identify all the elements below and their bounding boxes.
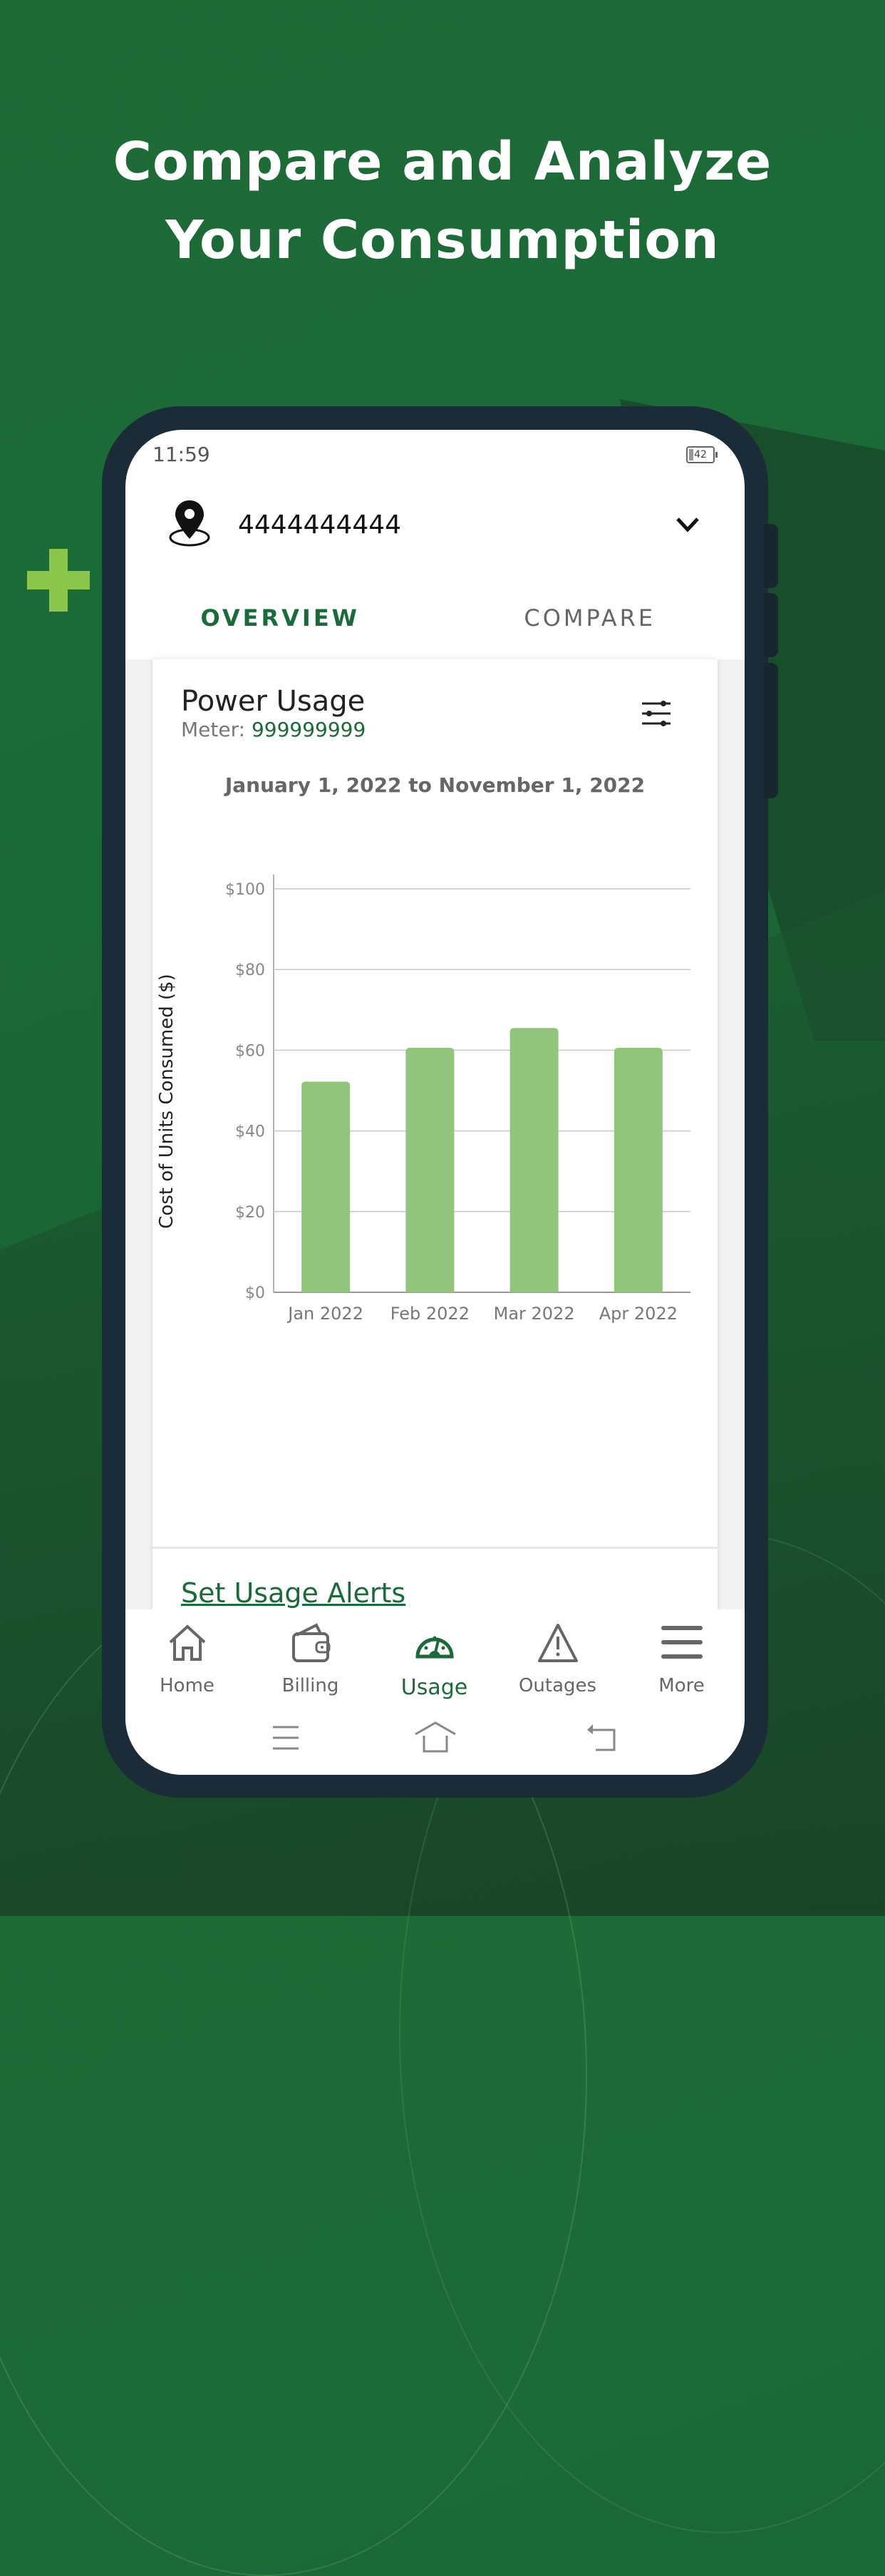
battery-icon: 42	[686, 446, 718, 463]
date-range: January 1, 2022 to November 1, 2022	[224, 773, 646, 797]
nav-outages-label: Outages	[518, 1675, 597, 1696]
recent-apps-icon[interactable]	[264, 1720, 307, 1756]
y-tick-label: $80	[235, 962, 265, 979]
x-tick-label: Jan 2022	[286, 1304, 363, 1324]
x-tick-label: Mar 2022	[494, 1304, 575, 1324]
system-home-icon[interactable]	[414, 1720, 457, 1756]
home-icon	[169, 1624, 205, 1661]
y-tick-label: $0	[245, 1284, 265, 1302]
y-tick-label: $40	[235, 1123, 265, 1141]
content-area: Power Usage Meter: 999999999 January 1, …	[125, 659, 745, 1611]
headline-line-2: Your Consumption	[165, 210, 720, 271]
meter-value: 999999999	[251, 718, 366, 741]
nav-usage[interactable]: Usage	[373, 1622, 496, 1700]
phone-side-button	[764, 663, 778, 798]
chevron-down-icon[interactable]	[673, 510, 702, 539]
account-selector[interactable]: 4444444444	[125, 498, 745, 562]
nav-more-label: More	[658, 1675, 705, 1696]
sliders-icon[interactable]	[641, 699, 672, 728]
card-title: Power Usage	[181, 685, 366, 718]
account-number: 4444444444	[238, 510, 402, 540]
y-tick-label: $60	[235, 1042, 265, 1060]
nav-billing-label: Billing	[281, 1675, 339, 1696]
phone-screen: 11:59 42 4444444444 OVERVIEW COMPARE Pow…	[125, 430, 745, 1775]
status-bar: 11:59 42	[125, 430, 745, 480]
meter-label: Meter:	[181, 718, 252, 741]
y-tick-label: $100	[225, 881, 265, 899]
promo-headline: Compare and Analyze Your Consumption	[0, 123, 885, 279]
y-axis-label: Cost of Units Consumed ($)	[156, 974, 177, 1229]
headline-line-1: Compare and Analyze	[113, 131, 772, 192]
back-icon[interactable]	[581, 1720, 624, 1756]
x-tick-label: Apr 2022	[599, 1304, 678, 1324]
bar[interactable]	[509, 1028, 559, 1292]
card-divider	[152, 1547, 718, 1549]
bottom-navigation: Home Billing Usage Outages More	[125, 1609, 745, 1775]
tab-bar: OVERVIEW COMPARE	[125, 579, 745, 659]
phone-side-button	[764, 593, 778, 657]
y-tick-label: $20	[235, 1204, 265, 1222]
status-time: 11:59	[152, 443, 210, 466]
wallet-icon	[291, 1623, 330, 1662]
nav-home-label: Home	[160, 1675, 214, 1696]
x-tick-label: Feb 2022	[390, 1304, 470, 1324]
tab-compare[interactable]: COMPARE	[435, 579, 745, 656]
nav-outages[interactable]: Outages	[496, 1622, 619, 1696]
tab-overview[interactable]: OVERVIEW	[125, 579, 435, 656]
bar[interactable]	[405, 1048, 455, 1292]
nav-more[interactable]: More	[620, 1622, 743, 1696]
nav-usage-label: Usage	[400, 1675, 468, 1700]
bar[interactable]	[301, 1081, 351, 1292]
menu-icon	[661, 1626, 703, 1659]
warning-icon	[537, 1624, 578, 1662]
usage-bar-chart: $0 $20 $40 $60 $80 $100 Jan 2022 Feb 2022 Mar 20…	[156, 875, 690, 1324]
plus-icon	[27, 549, 90, 612]
power-usage-card: Power Usage Meter: 999999999 January 1, …	[152, 659, 718, 1611]
location-pin-icon	[169, 500, 210, 547]
phone-side-button	[764, 524, 778, 588]
nav-home[interactable]: Home	[125, 1622, 249, 1696]
set-usage-alerts-link[interactable]: Set Usage Alerts	[181, 1577, 405, 1609]
battery-level: 42	[694, 449, 707, 460]
nav-billing[interactable]: Billing	[249, 1622, 372, 1696]
bar[interactable]	[614, 1048, 663, 1292]
gauge-icon	[415, 1636, 454, 1659]
meter-info: Meter: 999999999	[181, 718, 366, 741]
